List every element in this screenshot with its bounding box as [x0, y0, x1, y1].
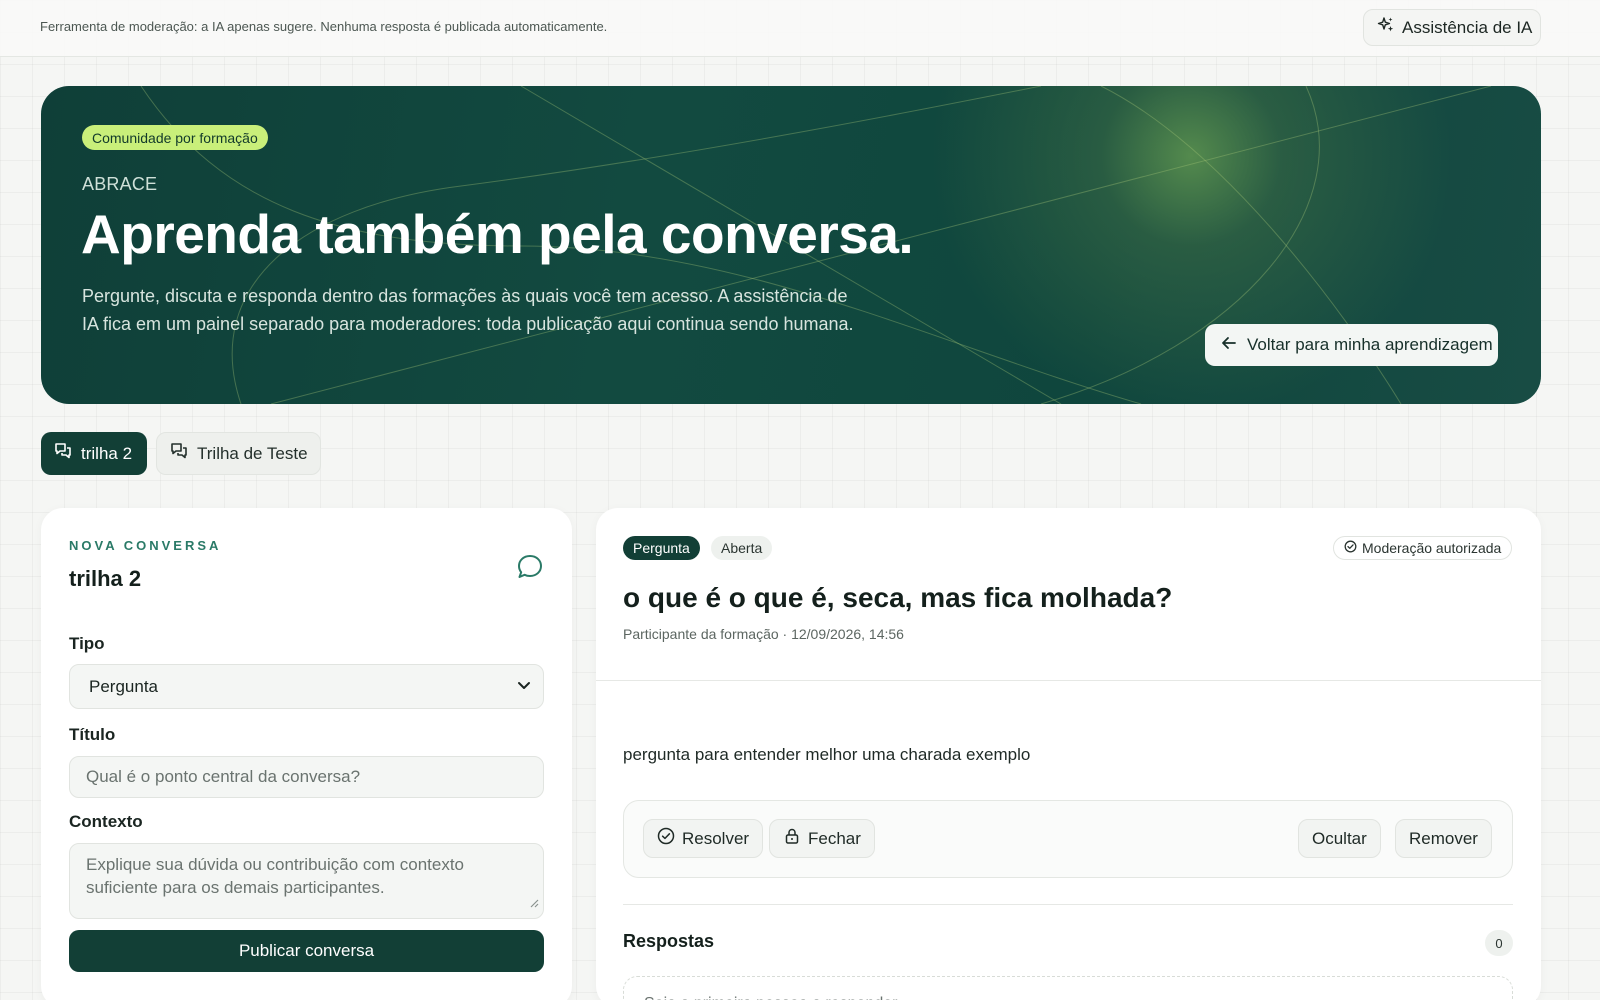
hero-banner: Comunidade por formação ABRACE Aprenda t… — [41, 86, 1541, 404]
thread-type-badge: Pergunta — [623, 536, 700, 560]
check-circle-icon — [1344, 540, 1357, 556]
thread-meta: Participante da formação · 12/09/2026, 1… — [623, 626, 904, 642]
thread-body: pergunta para entender melhor uma charad… — [623, 745, 1031, 764]
chat-bubbles-icon — [53, 441, 73, 466]
divider — [623, 904, 1513, 905]
context-label: Contexto — [69, 812, 143, 831]
context-textarea[interactable]: Explique sua dúvida ou contribuição com … — [69, 843, 544, 919]
answers-title: Respostas — [623, 931, 715, 951]
moderation-actions: Resolver Fechar Ocultar Remover — [623, 800, 1513, 878]
hero-title: Aprenda também pela conversa. — [81, 203, 914, 265]
resolve-label: Resolver — [682, 828, 750, 848]
new-conversation-card: NOVA CONVERSA trilha 2 Tipo Pergunta Tít… — [41, 508, 572, 1000]
type-label: Tipo — [69, 634, 105, 653]
tab-label: Trilha de Teste — [197, 443, 308, 463]
type-select[interactable]: Pergunta — [69, 664, 544, 709]
close-thread-button[interactable]: Fechar — [769, 819, 875, 858]
ai-assistance-button[interactable]: Assistência de IA — [1363, 9, 1541, 46]
moderation-notice: Ferramenta de moderação: a IA apenas sug… — [40, 19, 608, 34]
thread-status-badge: Aberta — [711, 536, 773, 560]
empty-answers-message: Seja a primeira pessoa a responder. — [623, 976, 1513, 1000]
title-input-placeholder: Qual é o ponto central da conversa? — [86, 767, 361, 786]
thread-card: Pergunta Aberta Moderação autorizada o q… — [596, 508, 1541, 1000]
back-to-learning-label: Voltar para minha aprendizagem — [1247, 335, 1493, 354]
title-label: Título — [69, 725, 116, 744]
community-badge: Comunidade por formação — [82, 125, 268, 150]
answers-count-badge: 0 — [1485, 930, 1513, 956]
publish-conversation-button[interactable]: Publicar conversa — [69, 930, 544, 972]
context-textarea-placeholder: Explique sua dúvida ou contribuição com … — [86, 855, 465, 897]
hide-button[interactable]: Ocultar — [1298, 819, 1381, 858]
top-bar: Ferramenta de moderação: a IA apenas sug… — [0, 0, 1600, 57]
tab-label: trilha 2 — [81, 443, 133, 463]
tab-trilha-de-teste[interactable]: Trilha de Teste — [156, 432, 321, 475]
moderation-authorized-label: Moderação autorizada — [1362, 540, 1502, 556]
chat-bubbles-icon — [169, 441, 189, 466]
divider — [596, 680, 1541, 681]
close-thread-label: Fechar — [808, 828, 861, 848]
chat-bubble-icon — [515, 552, 545, 587]
check-circle-icon — [657, 827, 675, 850]
resize-grip-icon[interactable] — [529, 891, 539, 914]
hero-description: Pergunte, discuta e responda dentro das … — [82, 286, 854, 334]
resolve-button[interactable]: Resolver — [643, 819, 764, 858]
remove-button[interactable]: Remover — [1395, 819, 1492, 858]
lock-icon — [783, 827, 801, 850]
new-conversation-eyebrow: NOVA CONVERSA — [69, 538, 222, 553]
thread-title: o que é o que é, seca, mas fica molhada? — [623, 582, 1173, 613]
sparkles-icon — [1377, 16, 1395, 39]
ai-assistance-label: Assistência de IA — [1402, 17, 1533, 37]
moderation-authorized-badge: Moderação autorizada — [1333, 536, 1513, 560]
hero-eyebrow: ABRACE — [82, 174, 158, 194]
type-select-value: Pergunta — [89, 676, 158, 696]
title-input[interactable]: Qual é o ponto central da conversa? — [69, 756, 544, 798]
back-to-learning-button[interactable]: Voltar para minha aprendizagem — [1205, 324, 1498, 366]
arrow-left-icon — [1221, 335, 1237, 356]
chevron-down-icon — [517, 677, 531, 697]
new-conversation-title: trilha 2 — [69, 566, 142, 591]
tab-trilha-2[interactable]: trilha 2 — [41, 432, 147, 475]
